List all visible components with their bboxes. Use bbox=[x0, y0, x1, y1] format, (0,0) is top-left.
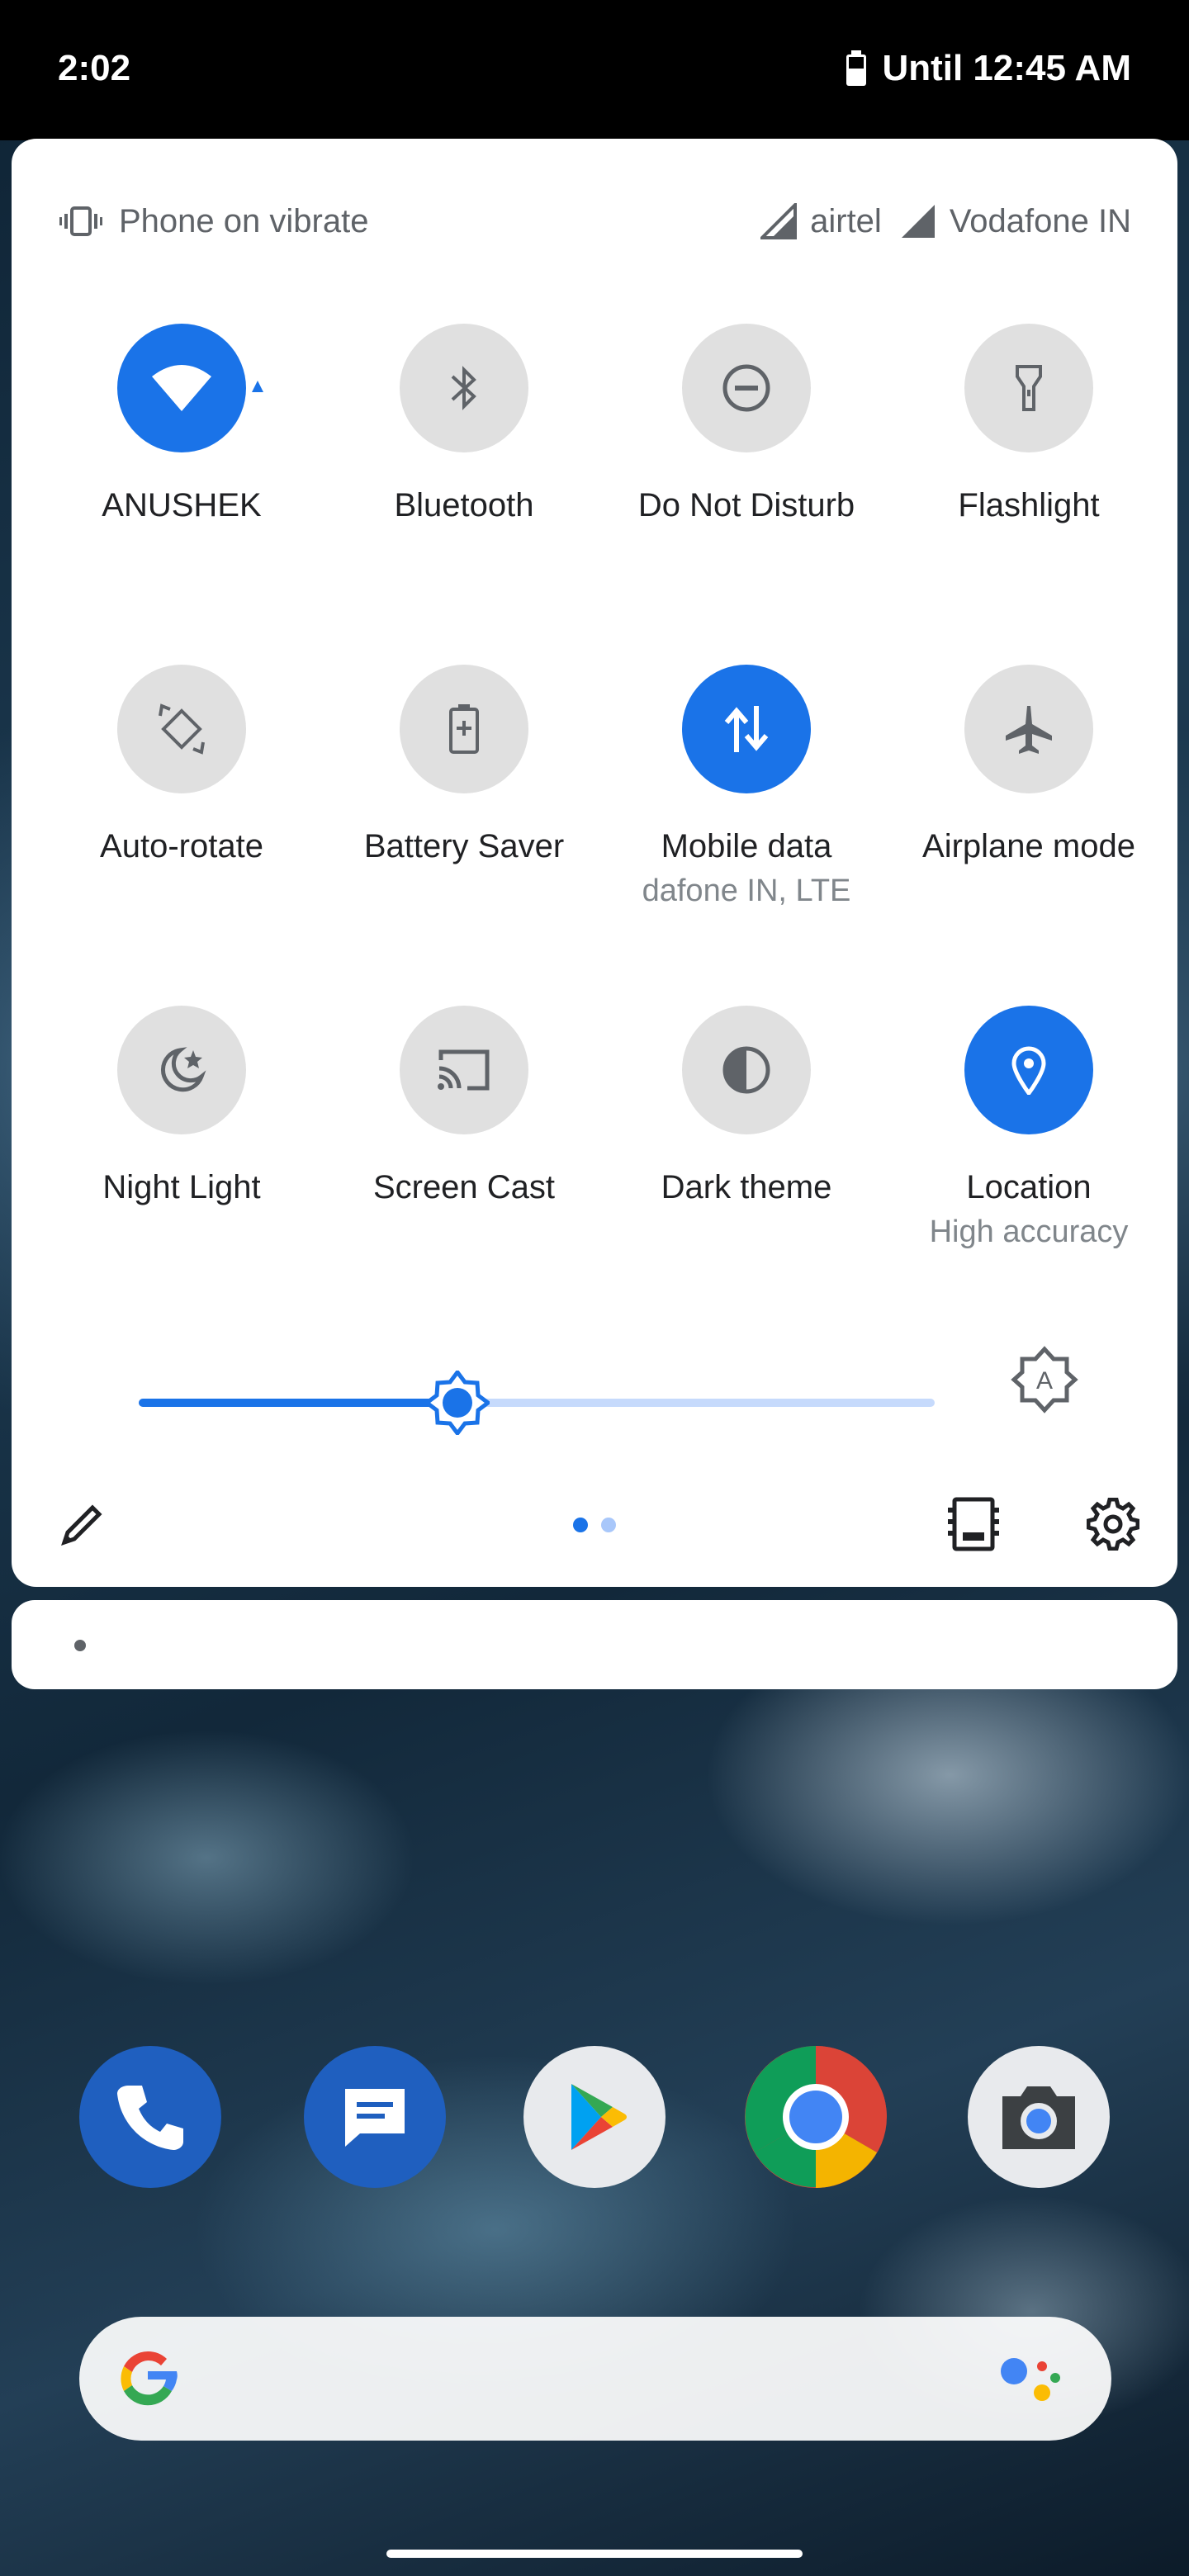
tile-label: Mobile data bbox=[661, 828, 832, 864]
tile-dark-theme[interactable]: Dark theme bbox=[606, 1006, 887, 1206]
messages-icon bbox=[345, 2089, 405, 2147]
tile-sublabel: dafone IN, LTE bbox=[642, 874, 851, 908]
carrier-2-label: Vodafone IN bbox=[949, 202, 1131, 239]
tile-label: Auto-rotate bbox=[100, 828, 263, 864]
auto-rotate-icon bbox=[159, 703, 205, 755]
tile-label: Do Not Disturb bbox=[637, 487, 855, 523]
mobile-data-icon bbox=[724, 706, 769, 752]
ringer-status-label: Phone on vibrate bbox=[119, 202, 369, 239]
status-time: 2:02 bbox=[58, 48, 131, 88]
auto-brightness-icon[interactable]: A bbox=[1011, 1346, 1078, 1413]
airplane-toggle[interactable] bbox=[964, 665, 1093, 793]
tile-screen-cast[interactable]: Screen Cast bbox=[324, 1006, 604, 1206]
flashlight-toggle[interactable] bbox=[964, 324, 1093, 452]
tile-airplane-mode[interactable]: Airplane mode bbox=[888, 665, 1169, 865]
brightness-thumb-icon[interactable] bbox=[424, 1371, 490, 1435]
status-battery: Until 12:45 AM bbox=[846, 48, 1131, 89]
wifi-icon bbox=[152, 365, 211, 411]
tile-sublabel: High accuracy bbox=[929, 1215, 1129, 1249]
dock-chrome[interactable] bbox=[745, 2046, 887, 2188]
notification-dot-icon bbox=[74, 1640, 86, 1651]
tile-label: Location bbox=[966, 1169, 1092, 1205]
do-not-disturb-toggle[interactable] bbox=[682, 324, 811, 452]
night-light-toggle[interactable] bbox=[117, 1006, 246, 1134]
location-toggle[interactable] bbox=[964, 1006, 1093, 1134]
tile-mobile-data[interactable]: Mobile data dafone IN, LTE bbox=[606, 665, 887, 909]
location-icon bbox=[1011, 1046, 1046, 1095]
signal-icon bbox=[901, 205, 935, 238]
tile-label: Flashlight bbox=[958, 487, 1100, 523]
page-dot bbox=[601, 1518, 616, 1532]
qs-footer bbox=[12, 1485, 1177, 1564]
carrier-airtel: airtel bbox=[760, 203, 882, 240]
page-indicator bbox=[573, 1518, 616, 1532]
brightness-fill bbox=[139, 1399, 457, 1407]
svg-text:A: A bbox=[1036, 1367, 1053, 1395]
bluetooth-toggle[interactable] bbox=[400, 324, 528, 452]
screen-cast-toggle[interactable] bbox=[400, 1006, 528, 1134]
flashlight-icon bbox=[1016, 365, 1042, 411]
play-store-icon bbox=[571, 2084, 627, 2150]
phone-icon bbox=[117, 2086, 183, 2150]
brightness-slider[interactable] bbox=[127, 1369, 936, 1435]
dock-messages[interactable] bbox=[304, 2046, 446, 2188]
notification-card[interactable] bbox=[12, 1600, 1177, 1689]
tile-do-not-disturb[interactable]: Do Not Disturb bbox=[606, 324, 887, 524]
mobile-data-toggle[interactable] bbox=[682, 665, 811, 793]
carrier-vodafone: Vodafone IN bbox=[900, 203, 1131, 240]
bluetooth-icon bbox=[451, 366, 476, 410]
gesture-handle[interactable] bbox=[386, 2550, 803, 2558]
battery-icon bbox=[846, 50, 867, 86]
auto-rotate-toggle[interactable] bbox=[117, 665, 246, 793]
night-light-icon bbox=[161, 1047, 206, 1092]
tile-label: Bluetooth bbox=[394, 487, 534, 523]
tile-label: ANUSHEK bbox=[102, 487, 262, 523]
battery-saver-toggle[interactable] bbox=[400, 665, 528, 793]
battery-until-text: Until 12:45 AM bbox=[882, 48, 1131, 88]
dark-theme-toggle[interactable] bbox=[682, 1006, 811, 1134]
tile-battery-saver[interactable]: Battery Saver bbox=[324, 665, 604, 865]
tile-label: Night Light bbox=[102, 1169, 261, 1205]
chrome-icon bbox=[745, 2046, 887, 2188]
battery-saver-icon bbox=[449, 704, 479, 754]
tile-night-light[interactable]: Night Light bbox=[41, 1006, 322, 1206]
assistant-icon[interactable] bbox=[996, 2346, 1065, 2413]
tile-label: Screen Cast bbox=[372, 1169, 556, 1205]
do-not-disturb-icon bbox=[722, 364, 770, 412]
ringer-status[interactable]: Phone on vibrate bbox=[59, 188, 368, 254]
tile-auto-rotate[interactable]: Auto-rotate bbox=[41, 665, 322, 865]
signal-icon bbox=[760, 203, 798, 239]
screen-cast-icon bbox=[438, 1049, 490, 1091]
airplane-icon bbox=[1006, 706, 1052, 754]
carriers: airtel Vodafone IN bbox=[760, 188, 1131, 254]
tile-flashlight[interactable]: Flashlight bbox=[888, 324, 1169, 524]
settings-gear-icon[interactable] bbox=[1087, 1498, 1139, 1551]
tile-label: Airplane mode bbox=[922, 828, 1135, 864]
dock-camera[interactable] bbox=[968, 2046, 1110, 2188]
page-dot-active bbox=[573, 1518, 588, 1532]
dock-play-store[interactable] bbox=[523, 2046, 666, 2188]
tile-label: Dark theme bbox=[661, 1169, 832, 1205]
system-info-icon[interactable] bbox=[945, 1496, 1004, 1552]
tile-bluetooth[interactable]: Bluetooth bbox=[324, 324, 604, 524]
wifi-toggle[interactable] bbox=[117, 324, 246, 452]
camera-icon bbox=[1002, 2086, 1075, 2149]
wifi-details-arrow-icon[interactable] bbox=[251, 380, 264, 393]
tile-label: Battery Saver bbox=[363, 828, 565, 864]
edit-pencil-icon[interactable] bbox=[58, 1501, 106, 1549]
status-bar: 2:02 Until 12:45 AM bbox=[0, 0, 1189, 140]
tile-location[interactable]: Location High accuracy bbox=[888, 1006, 1169, 1250]
google-search-bar[interactable] bbox=[79, 2317, 1111, 2441]
dark-theme-icon bbox=[722, 1046, 770, 1094]
dock-phone[interactable] bbox=[79, 2046, 221, 2188]
vibrate-icon bbox=[59, 206, 102, 236]
tile-wifi[interactable]: ANUSHEK bbox=[41, 324, 322, 524]
qs-header: Phone on vibrate airtel Vodafone IN bbox=[12, 188, 1177, 254]
carrier-1-label: airtel bbox=[810, 202, 882, 239]
quick-settings-panel: Phone on vibrate airtel Vodafone IN ANUS… bbox=[12, 139, 1177, 1587]
google-g-icon bbox=[121, 2351, 178, 2406]
